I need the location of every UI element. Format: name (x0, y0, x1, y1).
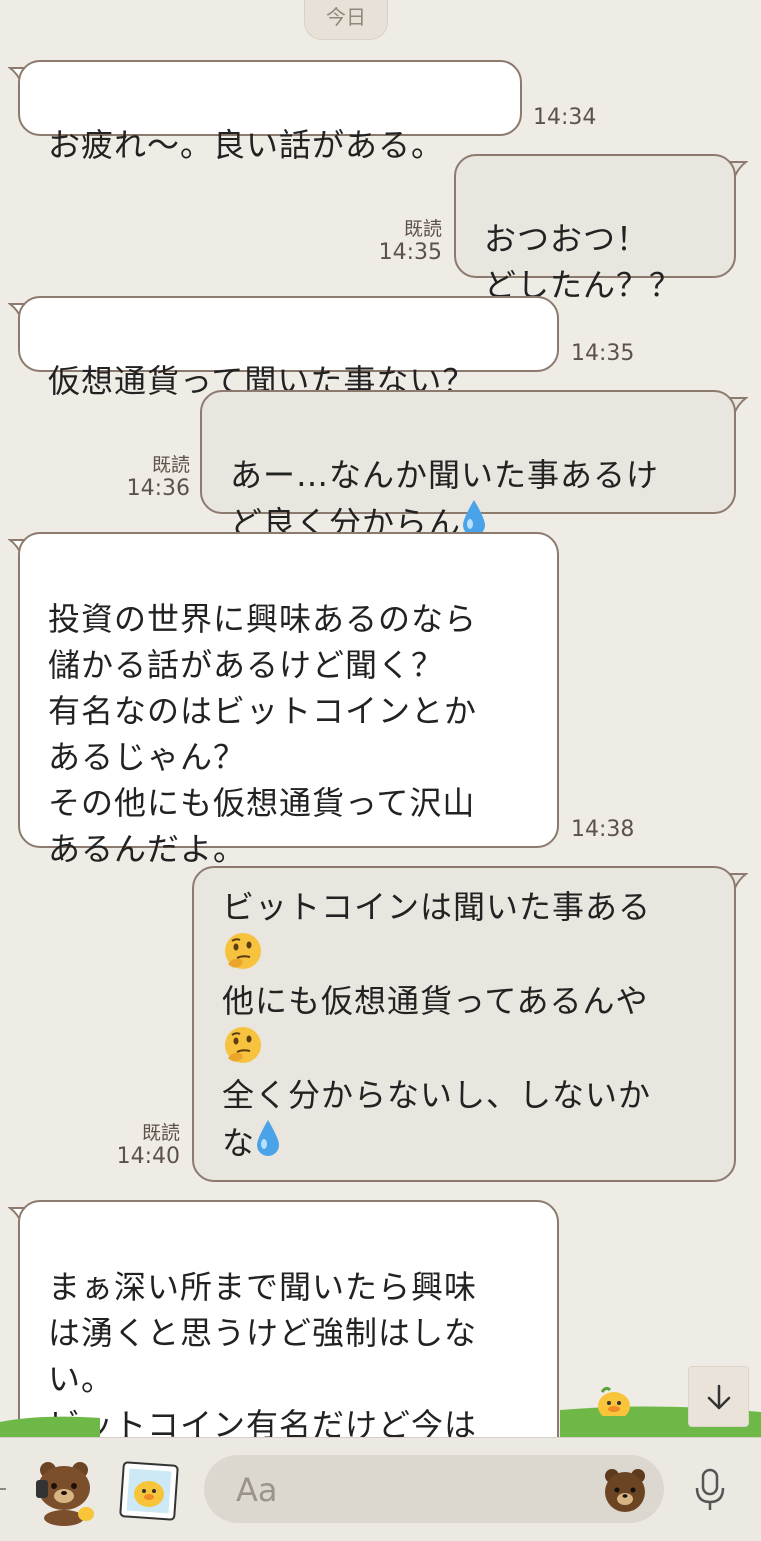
sally-photo-icon[interactable] (118, 1460, 180, 1522)
read-receipt: 既読 14:40 (108, 1122, 180, 1170)
message-text: あー…なんか聞いた事あるけ ど良く分からん (230, 456, 660, 542)
message-text: お疲れ〜。良い話がある。 (48, 126, 445, 164)
message-time: 14:36 (126, 476, 190, 501)
message-time: 14:40 (116, 1144, 180, 1169)
input-placeholder: Aa (236, 1471, 278, 1509)
message-line: ビットコインは聞いた事ある (222, 888, 652, 926)
message-bubble-outgoing[interactable]: あー…なんか聞いた事あるけ ど良く分からん (200, 390, 736, 542)
message-bubble-incoming[interactable]: 投資の世界に興味あるのなら 儲かる話があるけど聞く？ 有名なのはビットコインとか… (18, 532, 559, 868)
message-time: 14:35 (571, 341, 635, 366)
message-line: 全く分からないし、しないか (222, 1076, 652, 1114)
message-bubble-incoming[interactable]: お疲れ〜。良い話がある。 (18, 60, 522, 164)
read-receipt: 既読 14:35 (370, 218, 442, 266)
arrow-down-icon (707, 1384, 730, 1409)
message-line (222, 930, 734, 978)
scroll-to-bottom-button[interactable] (688, 1366, 749, 1427)
brown-sticker-icon[interactable] (30, 1456, 100, 1526)
message-bubble-outgoing[interactable]: おつおつ！ どしたん？？ (454, 154, 736, 304)
water-drop-icon (257, 1120, 280, 1156)
emoji-face-icon[interactable] (600, 1465, 650, 1515)
read-label: 既読 (141, 1122, 180, 1144)
message-text: おつおつ！ どしたん？？ (484, 220, 683, 304)
message-time: 14:38 (571, 817, 635, 842)
thinking-face-icon (225, 1027, 261, 1063)
microphone-icon[interactable] (690, 1466, 730, 1514)
read-label: 既読 (403, 218, 442, 240)
read-receipt: 既読 14:36 (118, 454, 190, 502)
date-label: 今日 (326, 5, 366, 29)
left-edge-mark (0, 1488, 6, 1490)
message-line (222, 1024, 734, 1072)
message-line: な (222, 1118, 734, 1166)
message-bubble-outgoing[interactable]: ビットコインは聞いた事ある 他にも仮想通貨ってあるんや 全く分からないし、しない… (192, 866, 736, 1182)
date-separator: 今日 (304, 0, 388, 40)
sally-chick-icon (598, 1386, 630, 1416)
thinking-face-icon (225, 933, 261, 969)
read-label: 既読 (151, 454, 190, 476)
message-text: 投資の世界に興味あるのなら 儲かる話があるけど聞く？ 有名なのはビットコインとか… (48, 600, 478, 868)
message-time: 14:35 (378, 240, 442, 265)
message-time: 14:34 (533, 105, 597, 130)
message-input[interactable]: Aa (204, 1455, 664, 1523)
message-bubble-incoming[interactable]: 仮想通貨って聞いた事ない？ (18, 296, 559, 400)
message-line-text: な (222, 1124, 256, 1162)
message-line: 他にも仮想通貨ってあるんや (222, 982, 649, 1020)
message-input-bar: Aa (0, 1437, 761, 1541)
